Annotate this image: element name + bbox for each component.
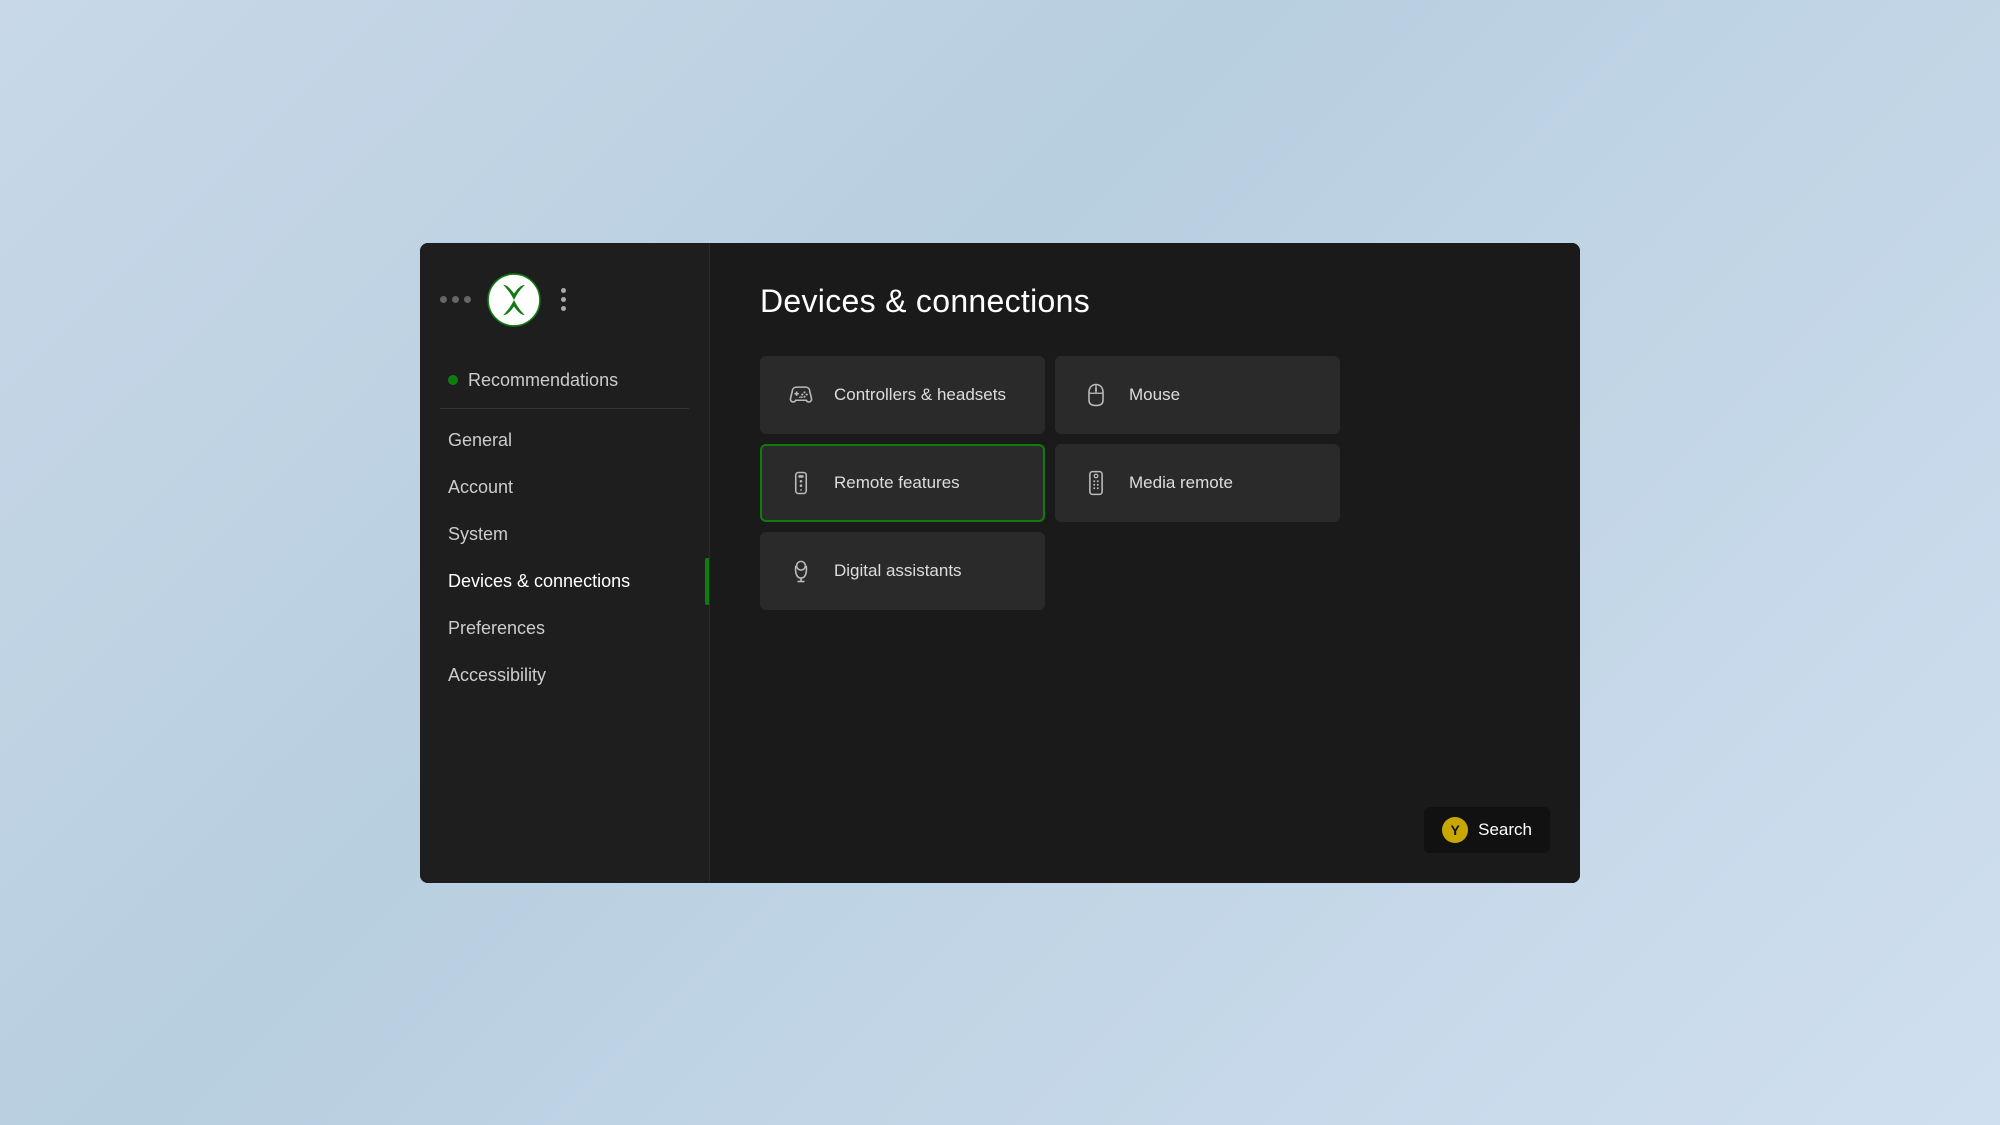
sidebar: Recommendations General Account System D… — [420, 243, 710, 883]
menu-dot-1 — [561, 288, 566, 293]
mouse-icon — [1081, 380, 1111, 410]
search-button[interactable]: Y Search — [1424, 807, 1550, 853]
media-remote-label: Media remote — [1129, 473, 1233, 493]
remote-features-item[interactable]: Remote features — [760, 444, 1045, 522]
xbox-logo — [487, 273, 541, 327]
controller-icon — [786, 380, 816, 410]
digital-assistants-label: Digital assistants — [834, 561, 962, 581]
media-remote-item[interactable]: Media remote — [1055, 444, 1340, 522]
assistant-icon — [786, 556, 816, 586]
sidebar-item-account-label: Account — [448, 477, 513, 498]
y-button-icon: Y — [1442, 817, 1468, 843]
options-grid: Controllers & headsets Mouse — [760, 356, 1340, 610]
mouse-label: Mouse — [1129, 385, 1180, 405]
sidebar-item-recommendations-label: Recommendations — [468, 370, 618, 391]
controllers-headsets-label: Controllers & headsets — [834, 385, 1006, 405]
sidebar-item-accessibility[interactable]: Accessibility — [420, 652, 709, 699]
sidebar-item-recommendations[interactable]: Recommendations — [420, 357, 709, 404]
sidebar-nav: Recommendations General Account System D… — [420, 347, 709, 863]
sidebar-item-accessibility-label: Accessibility — [448, 665, 546, 686]
main-content: Devices & connections Contro — [710, 243, 1580, 883]
sidebar-item-account[interactable]: Account — [420, 464, 709, 511]
sidebar-item-system-label: System — [448, 524, 508, 545]
menu-dot-2 — [561, 297, 566, 302]
sidebar-item-system[interactable]: System — [420, 511, 709, 558]
dot-3 — [464, 296, 471, 303]
search-label: Search — [1478, 820, 1532, 840]
sidebar-item-preferences-label: Preferences — [448, 618, 545, 639]
sidebar-header — [420, 263, 709, 347]
menu-dot-3 — [561, 306, 566, 311]
remote-features-label: Remote features — [834, 473, 960, 493]
sidebar-item-devices[interactable]: Devices & connections — [420, 558, 709, 605]
controllers-headsets-item[interactable]: Controllers & headsets — [760, 356, 1045, 434]
settings-window: Recommendations General Account System D… — [420, 243, 1580, 883]
recommendations-dot — [448, 375, 458, 385]
digital-assistants-item[interactable]: Digital assistants — [760, 532, 1045, 610]
page-title: Devices & connections — [760, 283, 1530, 320]
sidebar-item-preferences[interactable]: Preferences — [420, 605, 709, 652]
menu-dots-button[interactable] — [561, 288, 566, 311]
dot-1 — [440, 296, 447, 303]
sidebar-item-devices-label: Devices & connections — [448, 571, 630, 592]
sidebar-item-general-label: General — [448, 430, 512, 451]
remote-icon — [786, 468, 816, 498]
mouse-item[interactable]: Mouse — [1055, 356, 1340, 434]
dot-2 — [452, 296, 459, 303]
nav-divider — [440, 408, 689, 409]
media-remote-icon — [1081, 468, 1111, 498]
dots-decoration — [440, 296, 471, 303]
sidebar-item-general[interactable]: General — [420, 417, 709, 464]
